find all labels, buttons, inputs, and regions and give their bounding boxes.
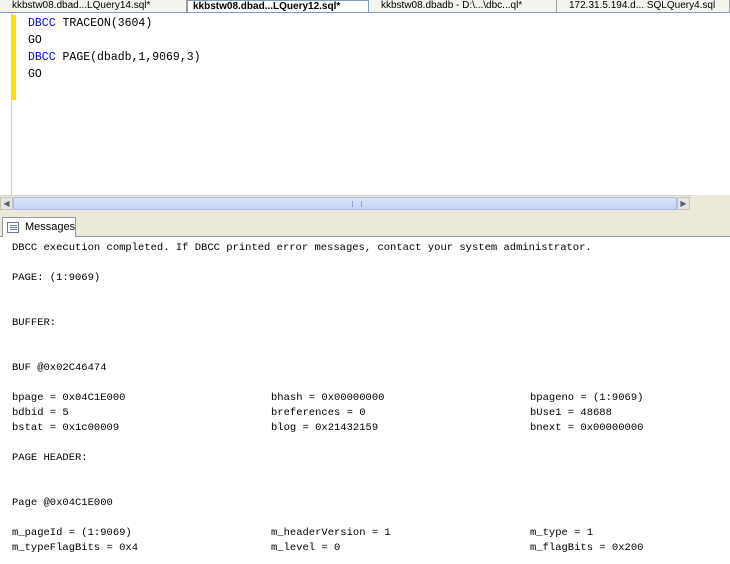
header-field: m_type = 1 — [530, 527, 594, 539]
code-text: PAGE(dbadb,1,9069,3) — [55, 51, 201, 64]
code-line: GO — [28, 66, 201, 83]
tab-label: 172.31.5.194.d... SQLQuery4.sql — [569, 0, 716, 11]
tab-label: kkbstw08.dbad...LQuery14.sql* — [12, 0, 151, 11]
buf-field: bstat = 0x1c00009 — [12, 422, 120, 434]
keyword: DBCC — [28, 51, 56, 64]
code-line: DBCC TRACEON(3604) — [28, 15, 201, 32]
buf-field: breferences = 0 — [271, 407, 366, 419]
header-field: m_flagBits = 0x200 — [530, 542, 644, 554]
editor-horizontal-scrollbar[interactable]: ◀ ▶ — [0, 195, 692, 210]
code-line: DBCC PAGE(dbadb,1,9069,3) — [28, 49, 201, 66]
scrollbar-grip-icon — [352, 201, 362, 207]
code-text: TRACEON(3604) — [55, 17, 153, 30]
message-buffer-heading: BUFFER: — [12, 317, 57, 329]
tab-messages-label: Messages — [25, 221, 76, 233]
tab-query12[interactable]: kkbstw08.dbad...LQuery12.sql* — [187, 0, 369, 12]
document-tab-bar: kkbstw08.dbad...LQuery14.sql* kkbstw08.d… — [0, 0, 730, 13]
buf-field: bpage = 0x04C1E000 — [12, 392, 126, 404]
buf-field: bdbid = 5 — [12, 407, 69, 419]
editor-gutter — [0, 13, 12, 195]
buf-field: bpageno = (1:9069) — [530, 392, 644, 404]
keyword: DBCC — [28, 17, 56, 30]
header-field: m_headerVersion = 1 — [271, 527, 391, 539]
message-page: PAGE: (1:9069) — [12, 272, 101, 284]
buf-field: bnext = 0x00000000 — [530, 422, 644, 434]
message-completed: DBCC execution completed. If DBCC printe… — [12, 242, 592, 254]
results-tab-strip: Messages — [0, 215, 730, 238]
code-area[interactable]: DBCC TRACEON(3604) GO DBCC PAGE(dbadb,1,… — [28, 15, 201, 83]
scrollbar-corner — [692, 195, 730, 210]
scroll-left-arrow-icon[interactable]: ◀ — [0, 197, 13, 210]
tab-label: kkbstw08.dbad...LQuery12.sql* — [193, 1, 341, 12]
change-indicator-bar — [12, 15, 16, 100]
message-page-address: Page @0x04C1E000 — [12, 497, 113, 509]
tab-sqlquery4[interactable]: 172.31.5.194.d... SQLQuery4.sql — [557, 0, 730, 12]
header-field: m_pageId = (1:9069) — [12, 527, 132, 539]
scrollbar-thumb[interactable] — [13, 197, 677, 210]
header-field: m_level = 0 — [271, 542, 341, 554]
code-line: GO — [28, 32, 201, 49]
message-page-header-heading: PAGE HEADER: — [12, 452, 88, 464]
message-buf-address: BUF @0x02C46474 — [12, 362, 107, 374]
buf-field: bUse1 = 48688 — [530, 407, 612, 419]
sql-editor[interactable]: DBCC TRACEON(3604) GO DBCC PAGE(dbadb,1,… — [0, 13, 730, 195]
code-text: GO — [28, 34, 42, 47]
tab-query14[interactable]: kkbstw08.dbad...LQuery14.sql* — [0, 0, 187, 12]
scroll-right-arrow-icon[interactable]: ▶ — [677, 197, 690, 210]
code-text: GO — [28, 68, 42, 81]
messages-pane[interactable]: DBCC execution completed. If DBCC printe… — [0, 237, 730, 564]
buf-field: blog = 0x21432159 — [271, 422, 379, 434]
tab-label: kkbstw08.dbadb - D:\...\dbc...ql* — [381, 0, 523, 11]
messages-icon — [7, 222, 19, 233]
tab-dbadb[interactable]: kkbstw08.dbadb - D:\...\dbc...ql* — [369, 0, 557, 12]
buf-field: bhash = 0x00000000 — [271, 392, 385, 404]
header-field: m_typeFlagBits = 0x4 — [12, 542, 139, 554]
tab-messages[interactable]: Messages — [2, 217, 76, 238]
